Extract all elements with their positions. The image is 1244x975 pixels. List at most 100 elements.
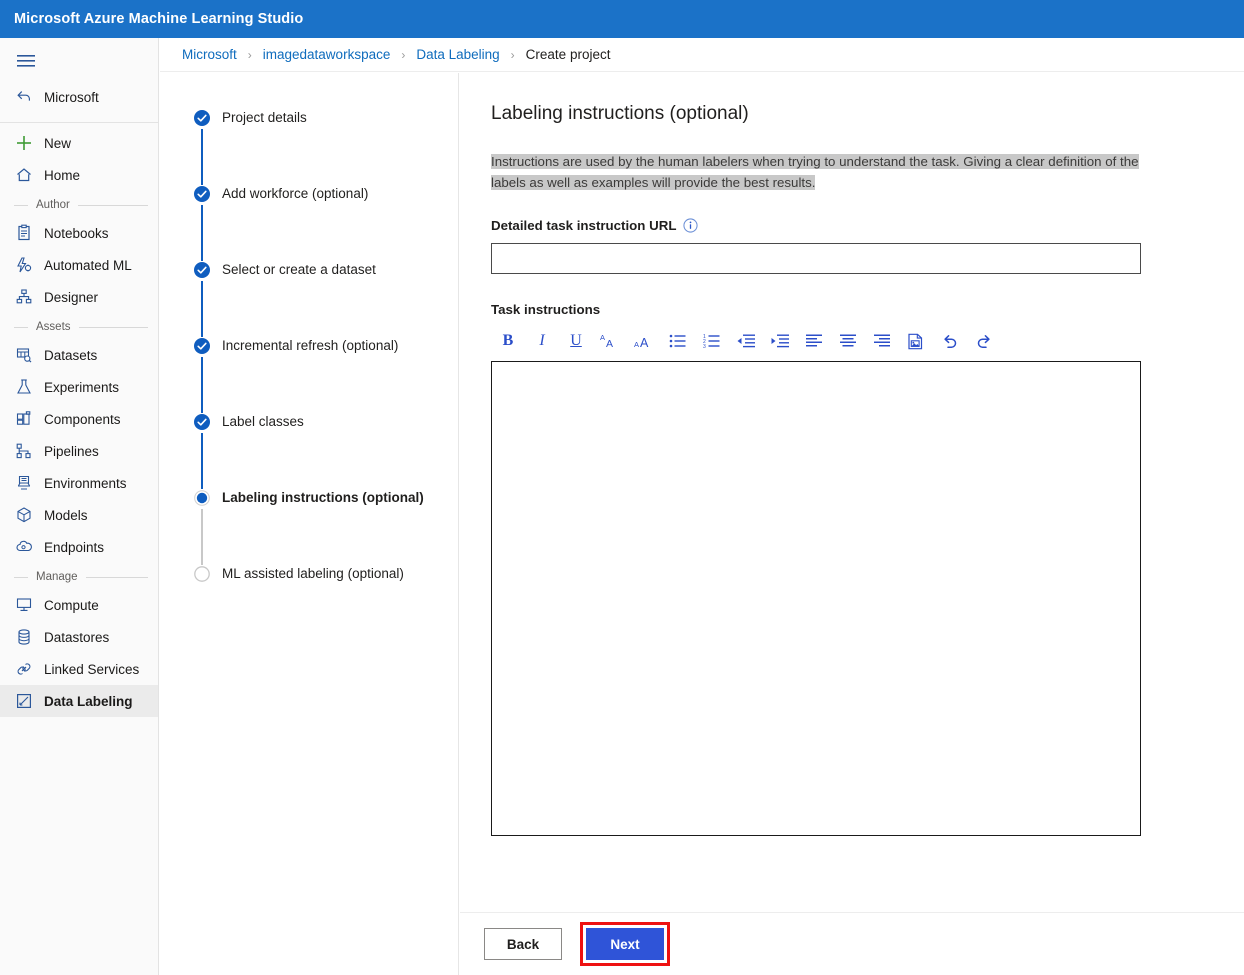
sidebar-group-manage: Manage bbox=[0, 565, 158, 589]
app-title: Microsoft Azure Machine Learning Studio bbox=[0, 11, 303, 27]
redo-button[interactable] bbox=[967, 328, 1001, 354]
breadcrumb-item-microsoft[interactable]: Microsoft bbox=[182, 47, 237, 62]
wizard-connector bbox=[201, 281, 203, 337]
wizard-step-label: Add workforce (optional) bbox=[222, 185, 368, 203]
wizard-steps-panel: Project details Add workforce (optional)… bbox=[160, 73, 459, 975]
sidebar-item-designer[interactable]: Designer bbox=[0, 281, 158, 313]
sidebar-item-models[interactable]: Models bbox=[0, 499, 158, 531]
svg-text:A: A bbox=[640, 336, 649, 350]
wizard-action-bar: Back Next bbox=[460, 912, 1244, 975]
automated-ml-icon bbox=[14, 255, 34, 275]
detailed-task-instruction-url-input[interactable] bbox=[491, 243, 1141, 274]
sidebar-group-label: Assets bbox=[36, 321, 71, 333]
sidebar-item-home[interactable]: Home bbox=[0, 159, 158, 191]
underline-button[interactable]: U bbox=[559, 328, 593, 354]
wizard-connector bbox=[201, 205, 203, 261]
next-button[interactable]: Next bbox=[586, 928, 664, 960]
info-circle-icon[interactable] bbox=[683, 218, 698, 233]
decrease-indent-button[interactable] bbox=[729, 328, 763, 354]
main-content: Labeling instructions (optional) Instruc… bbox=[460, 73, 1244, 912]
increase-font-size-button[interactable]: A A bbox=[627, 328, 661, 354]
italic-button[interactable]: I bbox=[525, 328, 559, 354]
align-left-button[interactable] bbox=[797, 328, 831, 354]
sidebar-item-notebooks[interactable]: Notebooks bbox=[0, 217, 158, 249]
sidebar-item-label: Designer bbox=[44, 290, 98, 305]
step-pending-circle-icon bbox=[194, 566, 210, 582]
wizard-step-label: Select or create a dataset bbox=[222, 261, 376, 279]
wizard-step-ml-assisted-labeling[interactable]: ML assisted labeling (optional) bbox=[194, 565, 458, 585]
task-instructions-editor[interactable] bbox=[491, 361, 1141, 836]
sidebar-item-label: Linked Services bbox=[44, 662, 139, 677]
sidebar-back-label: Microsoft bbox=[44, 90, 99, 105]
back-arrow-icon bbox=[14, 87, 34, 107]
wizard-connector bbox=[201, 509, 203, 565]
sidebar-item-label: New bbox=[44, 136, 71, 151]
decrease-font-size-button[interactable]: A A bbox=[593, 328, 627, 354]
pipelines-icon bbox=[14, 441, 34, 461]
hamburger-icon bbox=[16, 51, 36, 71]
sidebar-group-label: Manage bbox=[36, 571, 78, 583]
increase-indent-button[interactable] bbox=[763, 328, 797, 354]
wizard-step-label: ML assisted labeling (optional) bbox=[222, 565, 404, 583]
sidebar-item-data-labeling[interactable]: Data Labeling bbox=[0, 685, 158, 717]
top-header-bar: Microsoft Azure Machine Learning Studio bbox=[0, 0, 1244, 38]
sidebar-item-linked-services[interactable]: Linked Services bbox=[0, 653, 158, 685]
step-current-dot-icon bbox=[194, 490, 210, 506]
svg-text:A: A bbox=[634, 340, 639, 349]
sidebar-item-datasets[interactable]: Datasets bbox=[0, 339, 158, 371]
sidebar-group-label: Author bbox=[36, 199, 70, 211]
sidebar-item-label: Data Labeling bbox=[44, 694, 133, 709]
numbered-list-button[interactable]: 1 2 3 bbox=[695, 328, 729, 354]
sidebar-item-label: Pipelines bbox=[44, 444, 99, 459]
sidebar-item-new[interactable]: New bbox=[0, 127, 158, 159]
hamburger-menu-button[interactable] bbox=[0, 44, 158, 78]
endpoints-icon bbox=[14, 537, 34, 557]
align-center-button[interactable] bbox=[831, 328, 865, 354]
svg-text:A: A bbox=[600, 333, 605, 342]
sidebar-item-experiments[interactable]: Experiments bbox=[0, 371, 158, 403]
designer-icon bbox=[14, 287, 34, 307]
sidebar-item-endpoints[interactable]: Endpoints bbox=[0, 531, 158, 563]
page-description: Instructions are used by the human label… bbox=[491, 151, 1143, 193]
linked-services-icon bbox=[14, 659, 34, 679]
undo-button[interactable] bbox=[933, 328, 967, 354]
bulleted-list-button[interactable] bbox=[661, 328, 695, 354]
sidebar-item-label: Endpoints bbox=[44, 540, 104, 555]
sidebar-item-environments[interactable]: Environments bbox=[0, 467, 158, 499]
rich-text-toolbar: B I U A A A A bbox=[491, 327, 1141, 355]
svg-text:3: 3 bbox=[703, 344, 706, 349]
wizard-step-select-dataset[interactable]: Select or create a dataset bbox=[194, 261, 458, 281]
sidebar-item-label: Experiments bbox=[44, 380, 119, 395]
wizard-connector bbox=[201, 357, 203, 413]
wizard-connector bbox=[201, 129, 203, 185]
sidebar-item-microsoft-back[interactable]: Microsoft bbox=[0, 78, 158, 116]
wizard-step-label: Project details bbox=[222, 109, 307, 127]
breadcrumb-item-data-labeling[interactable]: Data Labeling bbox=[416, 47, 499, 62]
sidebar-item-label: Models bbox=[44, 508, 88, 523]
sidebar-item-automated-ml[interactable]: Automated ML bbox=[0, 249, 158, 281]
notebook-icon bbox=[14, 223, 34, 243]
wizard-step-label: Labeling instructions (optional) bbox=[222, 489, 424, 507]
sidebar-item-label: Compute bbox=[44, 598, 99, 613]
wizard-step-incremental-refresh[interactable]: Incremental refresh (optional) bbox=[194, 337, 458, 357]
align-right-button[interactable] bbox=[865, 328, 899, 354]
sidebar-item-components[interactable]: Components bbox=[0, 403, 158, 435]
wizard-step-project-details[interactable]: Project details bbox=[194, 109, 458, 129]
wizard-connector bbox=[201, 433, 203, 489]
wizard-step-label: Label classes bbox=[222, 413, 304, 431]
back-button[interactable]: Back bbox=[484, 928, 562, 960]
breadcrumb-item-workspace[interactable]: imagedataworkspace bbox=[263, 47, 391, 62]
sidebar-item-datastores[interactable]: Datastores bbox=[0, 621, 158, 653]
wizard-step-label: Incremental refresh (optional) bbox=[222, 337, 398, 355]
breadcrumb-separator-icon: › bbox=[401, 48, 405, 62]
wizard-step-label-classes[interactable]: Label classes bbox=[194, 413, 458, 433]
insert-image-button[interactable] bbox=[899, 328, 933, 354]
bold-button[interactable]: B bbox=[491, 328, 525, 354]
sidebar-item-pipelines[interactable]: Pipelines bbox=[0, 435, 158, 467]
azure-ml-studio-window: Microsoft Azure Machine Learning Studio … bbox=[0, 0, 1244, 975]
wizard-step-add-workforce[interactable]: Add workforce (optional) bbox=[194, 185, 458, 205]
breadcrumb-item-create-project: Create project bbox=[526, 47, 611, 62]
sidebar-item-compute[interactable]: Compute bbox=[0, 589, 158, 621]
wizard-step-labeling-instructions[interactable]: Labeling instructions (optional) bbox=[194, 489, 458, 509]
step-complete-check-icon bbox=[194, 186, 210, 202]
